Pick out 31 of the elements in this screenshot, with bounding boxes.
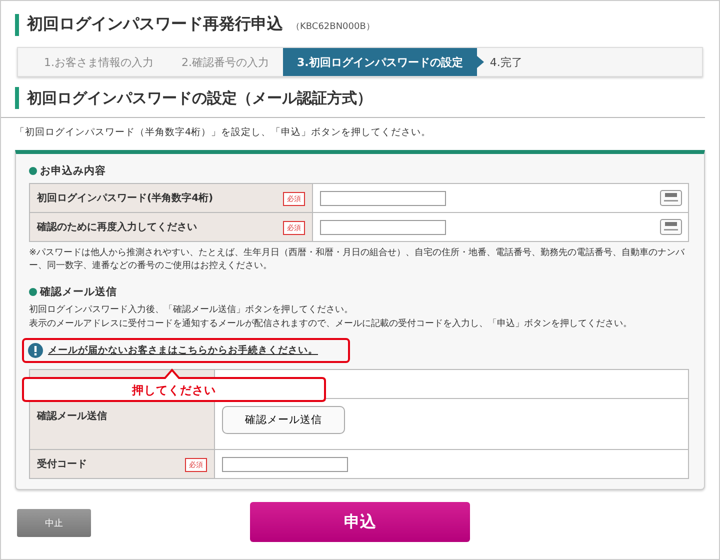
password-field[interactable] — [320, 220, 446, 234]
step-label: 2.確認番号の入力 — [180, 54, 270, 70]
keyboard-icon[interactable] — [660, 219, 682, 235]
exclamation-icon — [28, 343, 43, 358]
page-title: 初回ログインパスワード再発行申込 — [27, 14, 283, 35]
instruction-text: 初回ログインパスワード入力後、「確認メール送信」ボタンを押してください。 — [29, 304, 354, 318]
step-arrow-icon — [476, 56, 484, 68]
field-label: 初回ログインパスワード(半角数字4桁) — [37, 192, 214, 204]
field-label: 確認のために再度入力してください — [37, 222, 197, 232]
section-title: 初回ログインパスワードの設定（メール認証方式） — [27, 88, 372, 108]
field-label: 受付コード — [37, 458, 87, 470]
screen-code: （KBC62BN000B） — [291, 21, 375, 33]
note-text: ※パスワードは他人から推測されやすい、たとえば、生年月日（西暦・和暦・月日の組合せ）、自宅の住所・地番、電話番号、勤務先の電話番号、自動車のナンバー、同一数字、連番などの番号のご使用はお控えください。 — [29, 246, 686, 274]
field-label: 確認メール送信 — [37, 411, 107, 422]
password-field[interactable] — [320, 190, 446, 206]
step-label: 1.お客さま情報の入力 — [43, 54, 154, 70]
step-label: 3.初回ログインパスワードの設定 — [283, 48, 477, 76]
code-field[interactable] — [222, 456, 348, 472]
group-heading: お申込み内容 — [40, 164, 106, 178]
callout-text: 押してください — [132, 382, 216, 398]
intro-text: 「初回ログインパスワード（半角数字4桁）」を設定し、「申込」ボタンを押してください。 — [14, 126, 432, 139]
step-label: 4.完了 — [490, 54, 524, 70]
group-heading: 確認メール送信 — [40, 285, 117, 300]
instruction-text: 表示のメールアドレスに受付コードを通知するメールが配信されますので、メールに記載の受付コードを入力し、「申込」ボタンを押してください。 — [29, 318, 633, 331]
help-link[interactable]: メールが届かないお客さまはこちらからお手続きください。 — [48, 344, 318, 358]
cancel-button[interactable]: 中止 — [17, 509, 91, 538]
submit-button[interactable]: 申込 — [250, 502, 470, 542]
send-mail-button[interactable]: 確認メール送信 — [222, 406, 345, 434]
keyboard-icon[interactable] — [660, 190, 682, 206]
bullet-icon — [29, 288, 37, 296]
bullet-icon — [29, 167, 37, 175]
